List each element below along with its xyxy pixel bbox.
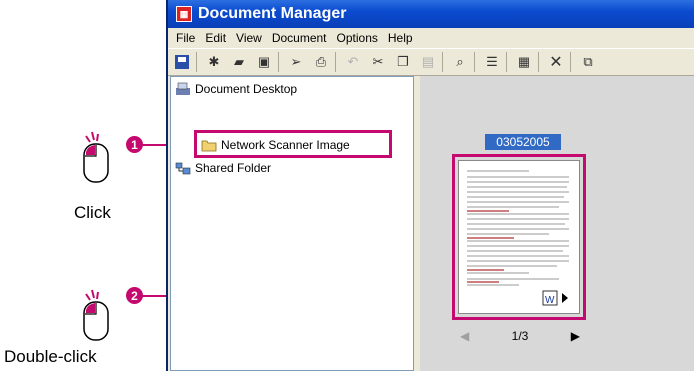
tree-label-document-desktop: Document Desktop — [195, 82, 298, 96]
zoom-icon[interactable]: ⌕ — [449, 52, 471, 72]
copy-page-icon[interactable]: ⧉ — [577, 52, 599, 72]
page-navigator: ◀ 1/3 ▶ — [460, 326, 580, 346]
svg-text:W: W — [545, 295, 555, 306]
cut-icon[interactable]: ✂ — [367, 52, 389, 72]
previous-page-icon[interactable]: ◀ — [460, 329, 469, 343]
toolbar-separator — [278, 52, 279, 72]
menu-edit[interactable]: Edit — [205, 31, 226, 45]
print-icon[interactable]: ⎙ — [310, 52, 332, 72]
toolbar-separator — [335, 52, 336, 72]
next-arrow-icon — [562, 293, 568, 303]
page-indicator: 1/3 — [511, 329, 529, 343]
app-icon: ▦ — [176, 6, 192, 22]
toolbar: ✱ ▰ ▣ ➢ ⎙ ↶ ✂ ❐ ▤ ⌕ ☰ ▦ ✕ ⧉ — [168, 48, 694, 76]
thumbnail-label[interactable]: 03052005 — [485, 134, 561, 150]
save-icon[interactable] — [171, 52, 193, 72]
menu-help[interactable]: Help — [388, 31, 413, 45]
next-page-icon[interactable]: ▶ — [571, 329, 580, 343]
open-folder-icon[interactable]: ▰ — [228, 52, 250, 72]
document-manager-window: ▦ Document Manager File Edit View Docume… — [166, 0, 694, 371]
step1-label: Click — [74, 203, 111, 222]
shared-folder-icon — [175, 162, 191, 175]
document-thumbnail[interactable]: W — [458, 160, 580, 314]
list-view-icon[interactable]: ☰ — [481, 52, 503, 72]
step2-label: Double-click — [4, 347, 97, 366]
menu-view[interactable]: View — [236, 31, 262, 45]
title-bar: ▦ Document Manager — [168, 0, 694, 28]
menu-bar: File Edit View Document Options Help — [168, 28, 694, 48]
toolbar-separator — [474, 52, 475, 72]
document-page-preview: W — [467, 170, 569, 306]
thumbnail-view-icon[interactable]: ▦ — [513, 52, 535, 72]
send-icon[interactable]: ➢ — [285, 52, 307, 72]
folder-tree: Document Desktop Network Scanner Image S… — [170, 76, 414, 371]
menu-document[interactable]: Document — [272, 31, 327, 45]
mouse-icon-step2 — [83, 289, 109, 341]
tree-item-shared-folder[interactable]: Shared Folder — [175, 159, 271, 177]
toolbar-separator — [506, 52, 507, 72]
step1-badge: 1 — [126, 136, 143, 153]
undo-icon[interactable]: ↶ — [342, 52, 364, 72]
toolbar-separator — [538, 52, 539, 72]
step2-badge: 2 — [126, 287, 143, 304]
menu-file[interactable]: File — [176, 31, 195, 45]
paste-icon[interactable]: ▤ — [417, 52, 439, 72]
mouse-icon-step1 — [83, 131, 109, 183]
window-title: Document Manager — [198, 5, 347, 22]
toolbar-separator — [570, 52, 571, 72]
disk-icon[interactable]: ▣ — [253, 52, 275, 72]
toolbar-separator — [196, 52, 197, 72]
desktop-icon — [176, 82, 190, 95]
copy-icon[interactable]: ❐ — [392, 52, 414, 72]
document-view-pane: 03052005 W ◀ 1/3 ▶ — [420, 76, 694, 371]
tree-item-document-desktop[interactable]: Document Desktop — [175, 80, 297, 98]
new-folder-icon[interactable]: ✱ — [203, 52, 225, 72]
tree-label-shared-folder: Shared Folder — [195, 161, 272, 175]
step1-highlight — [194, 130, 392, 158]
delete-icon[interactable]: ✕ — [545, 52, 567, 72]
menu-options[interactable]: Options — [337, 31, 378, 45]
toolbar-separator — [442, 52, 443, 72]
